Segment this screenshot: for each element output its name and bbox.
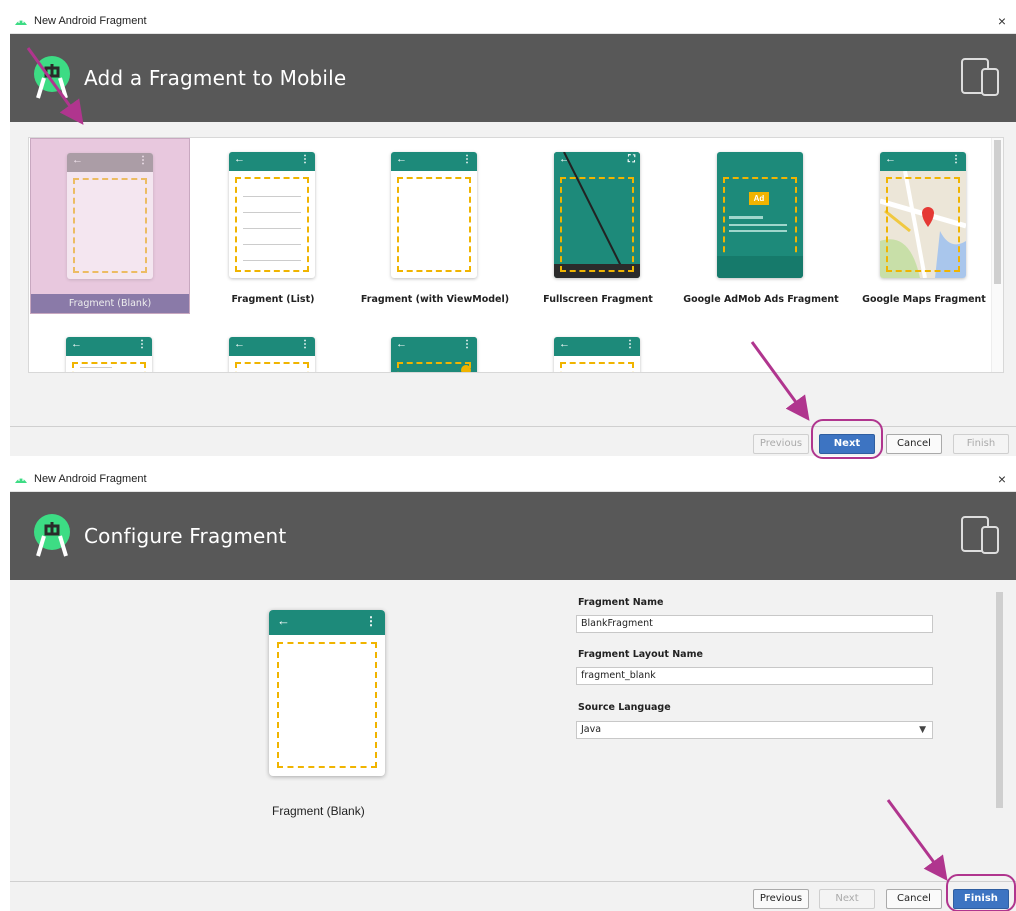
config-scrollbar[interactable] (996, 592, 1003, 808)
back-arrow-icon: ← (72, 154, 83, 166)
template-tile[interactable]: ← ⋮ (30, 323, 190, 372)
template-tile-fragment-list[interactable]: ← ⋮ Fragment (List) (193, 138, 353, 314)
template-preview: ← ⋮ (554, 337, 640, 372)
template-tile-admob-ads-fragment[interactable]: Ad Google AdMob Ads Fragment (681, 138, 841, 314)
template-preview: Ad (717, 152, 803, 278)
template-preview: ← ⋮ (391, 337, 477, 372)
banner-title: Configure Fragment (84, 524, 287, 548)
overflow-menu-icon: ⋮ (462, 154, 472, 165)
template-tile-fullscreen-fragment[interactable]: ← ⛶ Fullscreen Fragment (518, 138, 678, 314)
device-icon (961, 516, 999, 554)
android-icon (15, 478, 27, 483)
previous-button[interactable]: Previous (753, 434, 809, 454)
android-studio-logo (34, 56, 70, 99)
template-tile-google-maps-fragment[interactable]: ← ⋮ Google Maps Fragment (844, 138, 1003, 314)
template-label: Fragment (Blank) (31, 294, 189, 313)
overflow-menu-icon: ⋮ (951, 154, 961, 165)
cancel-button[interactable]: Cancel (886, 889, 942, 909)
finish-button[interactable]: Finish (953, 434, 1009, 454)
template-preview: ← ⋮ (67, 153, 153, 279)
ad-badge: Ad (749, 192, 769, 205)
overflow-menu-icon: ⋮ (300, 154, 310, 165)
fragment-name-label: Fragment Name (578, 597, 664, 608)
overflow-menu-icon: ⋮ (365, 614, 377, 628)
back-arrow-icon: ← (234, 153, 245, 165)
banner: Add a Fragment to Mobile (10, 34, 1016, 122)
source-language-value: Java (581, 724, 602, 735)
template-preview: ← ⋮ (229, 337, 315, 372)
title-bar: New Android Fragment × (10, 8, 1016, 34)
android-studio-logo (34, 514, 70, 557)
template-gallery: ← ⋮ Fragment (Blank) ← ⋮ Fragment (List) ←… (28, 137, 1004, 373)
banner: Configure Fragment (10, 492, 1016, 580)
template-tile[interactable]: ← ⋮ (193, 323, 353, 372)
banner-title: Add a Fragment to Mobile (84, 66, 347, 90)
close-button[interactable]: × (988, 471, 1016, 487)
template-preview: ← ⋮ (880, 152, 966, 278)
title-bar: New Android Fragment × (10, 466, 1016, 492)
previous-button[interactable]: Previous (753, 889, 809, 909)
template-preview: ← ⋮ (391, 152, 477, 278)
template-tile[interactable]: ← ⋮ (518, 323, 678, 372)
gallery-scrollbar[interactable] (991, 138, 1003, 372)
dialog-footer: Previous Next Cancel Finish (10, 419, 1016, 459)
cancel-button[interactable]: Cancel (886, 434, 942, 454)
back-arrow-icon: ← (885, 153, 896, 165)
finish-highlight (946, 874, 1016, 911)
device-icon (961, 58, 999, 96)
template-tile-fragment-blank[interactable]: ← ⋮ Fragment (Blank) (30, 138, 190, 314)
dropdown-caret-icon: ▼ (919, 725, 926, 735)
source-language-label: Source Language (578, 702, 671, 713)
source-language-select[interactable]: Java ▼ (576, 721, 933, 739)
template-tile[interactable]: ← ⋮ (355, 323, 515, 372)
fragment-layout-name-label: Fragment Layout Name (578, 649, 703, 660)
next-button[interactable]: Next (819, 889, 875, 909)
template-label: Google Maps Fragment (862, 294, 986, 305)
template-preview: ← ⋮ (229, 152, 315, 278)
overflow-menu-icon: ⋮ (138, 155, 148, 166)
add-fragment-dialog: New Android Fragment × Add a Fragment to… (10, 8, 1016, 459)
back-arrow-icon: ← (396, 153, 407, 165)
fragment-layout-name-input[interactable]: fragment_blank (576, 667, 933, 685)
fragment-name-input[interactable]: BlankFragment (576, 615, 933, 633)
window-title: New Android Fragment (34, 472, 147, 485)
window-title: New Android Fragment (34, 14, 147, 27)
next-highlight (811, 419, 883, 459)
template-tile-fragment-viewmodel[interactable]: ← ⋮ Fragment (with ViewModel) (355, 138, 515, 314)
template-preview: ← ⋮ (66, 337, 152, 372)
template-label: Google AdMob Ads Fragment (683, 294, 839, 305)
close-button[interactable]: × (988, 13, 1016, 29)
back-arrow-icon: ← (277, 613, 290, 628)
template-label: Fragment (List) (231, 294, 315, 305)
template-label: Fragment (with ViewModel) (360, 294, 510, 305)
fragment-preview: ← ⋮ (269, 610, 385, 776)
android-icon (15, 20, 27, 25)
dialog-footer: Previous Next Cancel Finish (10, 874, 1016, 911)
template-label: Fullscreen Fragment (543, 294, 653, 305)
configure-fragment-dialog: New Android Fragment × Configure Fragmen… (10, 466, 1016, 911)
preview-caption: Fragment (Blank) (272, 804, 365, 818)
template-preview: ← ⛶ (554, 152, 640, 278)
